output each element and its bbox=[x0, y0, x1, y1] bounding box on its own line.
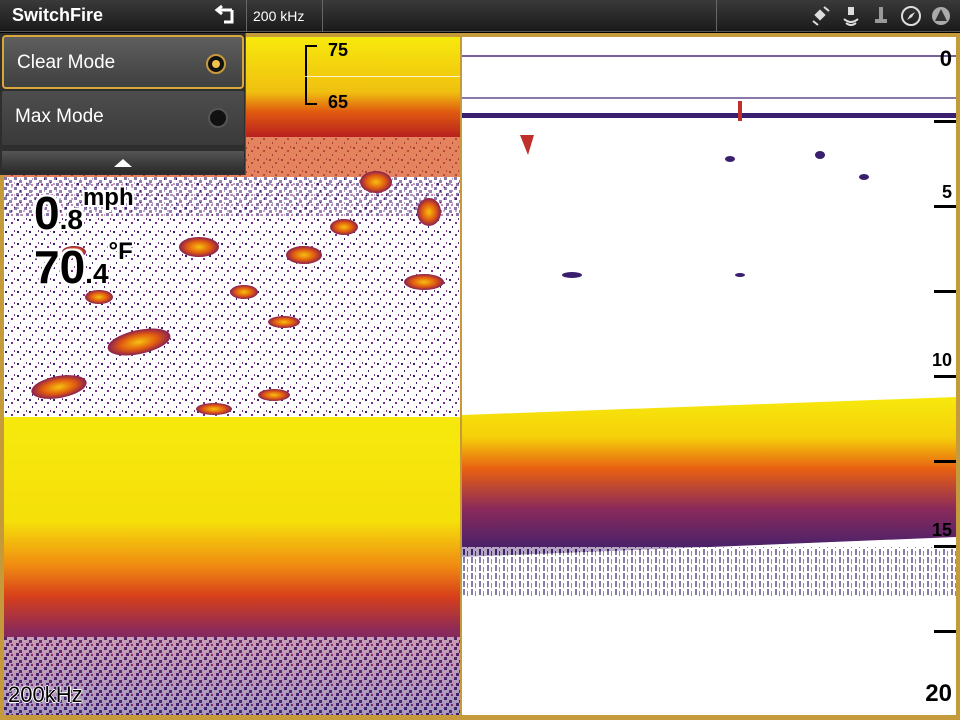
depth-tick bbox=[934, 460, 956, 463]
return-arrow-icon[interactable] bbox=[208, 4, 238, 28]
depth-tick bbox=[934, 630, 956, 633]
menu-item-label: Clear Mode bbox=[17, 52, 116, 73]
menu-item-max-mode[interactable]: Max Mode bbox=[2, 91, 244, 145]
depth-label: 15 bbox=[931, 520, 952, 540]
menu-item-clear-mode[interactable]: Clear Mode bbox=[2, 35, 244, 89]
zoom-top-label: 75 bbox=[328, 40, 349, 60]
chevron-up-icon[interactable] bbox=[2, 151, 244, 173]
compass-icon[interactable] bbox=[900, 5, 922, 27]
temp-unit: °F bbox=[108, 238, 133, 265]
depth-sounder-icon[interactable] bbox=[870, 5, 892, 27]
menu-item-label: Max Mode bbox=[15, 106, 104, 127]
temp-dec: .4 bbox=[85, 258, 109, 289]
depth-tick bbox=[934, 375, 956, 378]
zoom-divider-line bbox=[305, 76, 460, 77]
switchfire-menu: Clear Mode Max Mode bbox=[0, 33, 246, 175]
frequency-label[interactable]: 200 kHz bbox=[253, 8, 304, 24]
depth-tick bbox=[934, 205, 956, 208]
menu-collapse-bar[interactable] bbox=[2, 151, 244, 173]
speed-dec: .8 bbox=[59, 204, 83, 235]
sonar-transducer-icon[interactable] bbox=[840, 5, 862, 27]
temperature-readout: 70.4°F bbox=[34, 238, 133, 294]
depth-label: 10 bbox=[931, 350, 952, 370]
radio-unselected-icon[interactable] bbox=[208, 108, 228, 128]
top-bar: SwitchFire 200 kHz bbox=[0, 0, 960, 32]
speed-readout: 0.8mph bbox=[34, 184, 134, 240]
depth-tick bbox=[934, 545, 956, 548]
divider bbox=[716, 0, 717, 32]
depth-label: 0 bbox=[939, 46, 952, 71]
radio-selected-icon[interactable] bbox=[206, 54, 226, 74]
depth-tick bbox=[934, 290, 956, 293]
gps-satellite-icon[interactable] bbox=[810, 5, 832, 27]
speed-unit: mph bbox=[82, 184, 134, 211]
divider bbox=[322, 0, 323, 32]
depth-label: 5 bbox=[941, 182, 952, 202]
temp-int: 70 bbox=[34, 241, 86, 293]
nav-triangle-icon[interactable] bbox=[930, 5, 952, 27]
speed-int: 0 bbox=[34, 187, 60, 239]
depth-label: 20 bbox=[925, 680, 952, 707]
divider bbox=[246, 0, 247, 32]
zoom-bottom-label: 65 bbox=[328, 92, 349, 112]
frequency-readout: 200kHz bbox=[8, 682, 83, 707]
zoom-bracket bbox=[305, 45, 317, 105]
sonar-live-panel[interactable] bbox=[462, 37, 956, 715]
depth-tick bbox=[934, 120, 956, 123]
page-title: SwitchFire bbox=[12, 5, 104, 25]
